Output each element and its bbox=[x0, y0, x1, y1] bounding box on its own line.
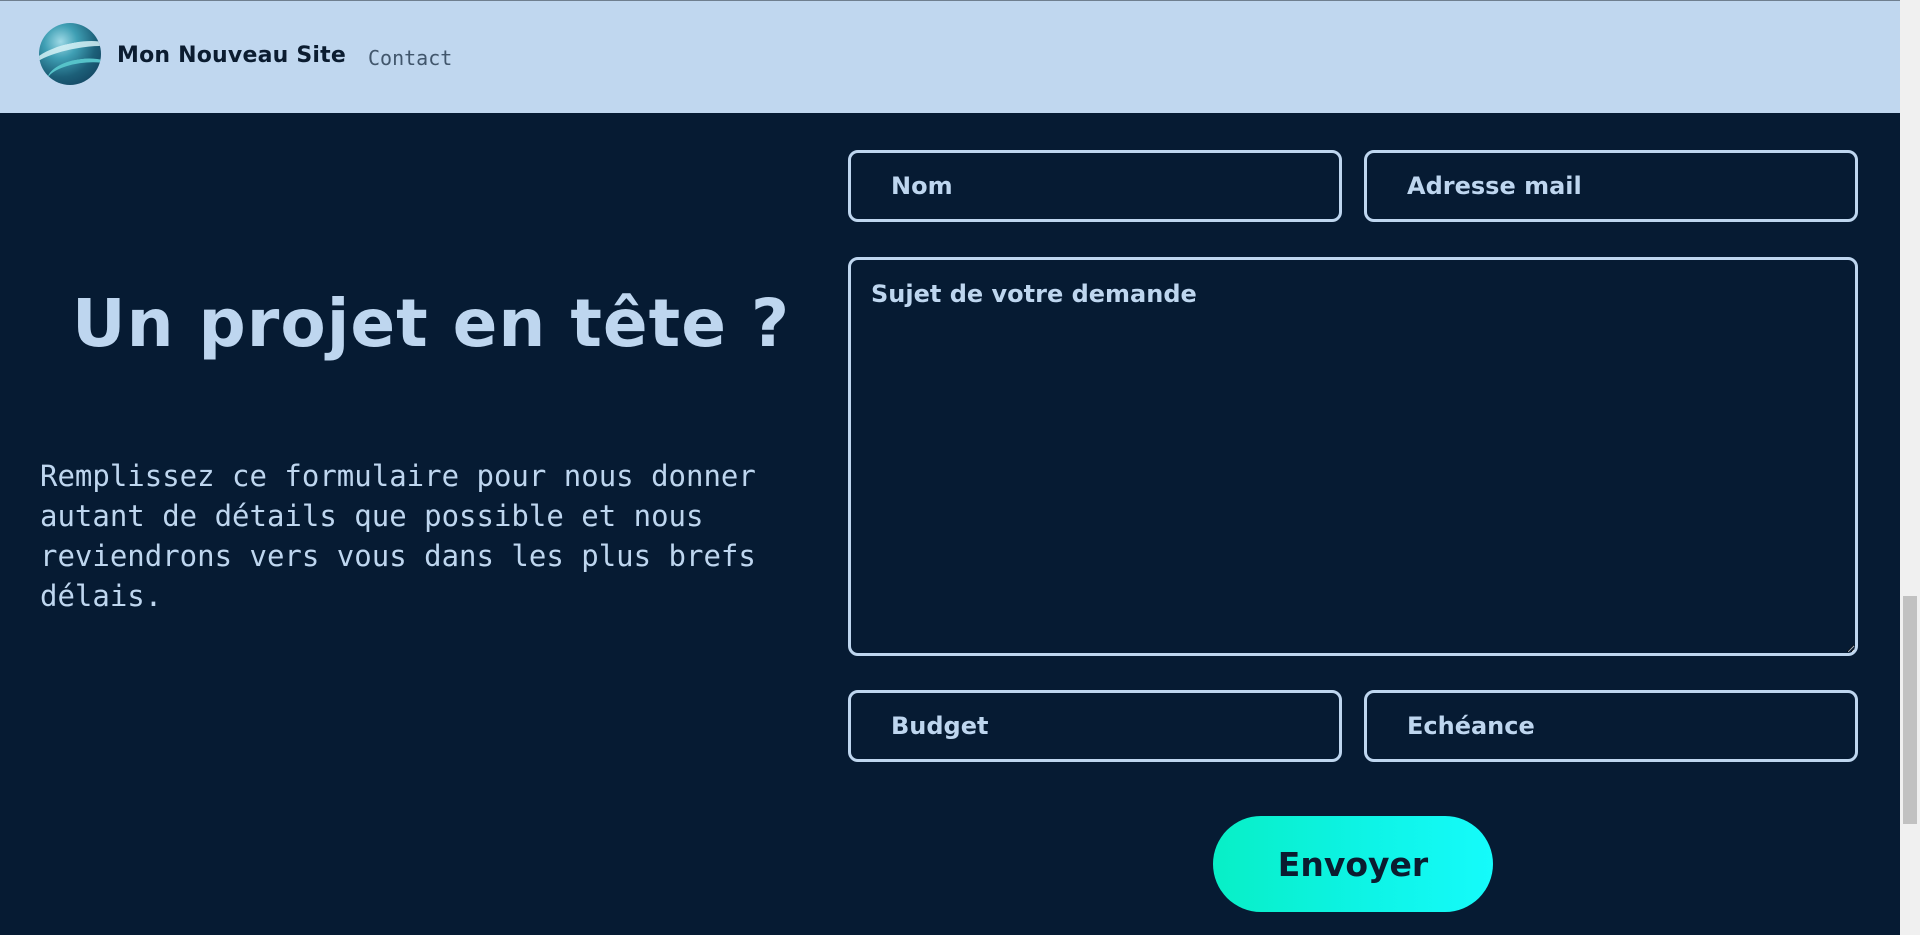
page: Mon Nouveau Site Contact Un projet en tê… bbox=[0, 0, 1920, 935]
subject-textarea[interactable] bbox=[848, 257, 1858, 656]
nav-link-contact[interactable]: Contact bbox=[368, 46, 452, 70]
scrollbar-thumb[interactable] bbox=[1903, 596, 1917, 824]
form-description: Remplissez ce formulaire pour nous donne… bbox=[40, 459, 756, 613]
site-header: Mon Nouveau Site Contact bbox=[0, 0, 1900, 113]
site-title[interactable]: Mon Nouveau Site bbox=[117, 43, 346, 68]
budget-input[interactable] bbox=[848, 690, 1342, 762]
globe-logo-icon[interactable] bbox=[39, 23, 101, 85]
email-input[interactable] bbox=[1364, 150, 1858, 222]
deadline-input[interactable] bbox=[1364, 690, 1858, 762]
submit-button[interactable]: Envoyer bbox=[1213, 816, 1493, 912]
page-scrollbar[interactable] bbox=[1900, 0, 1920, 935]
name-input[interactable] bbox=[848, 150, 1342, 222]
page-title: Un projet en tête ? bbox=[72, 285, 791, 362]
